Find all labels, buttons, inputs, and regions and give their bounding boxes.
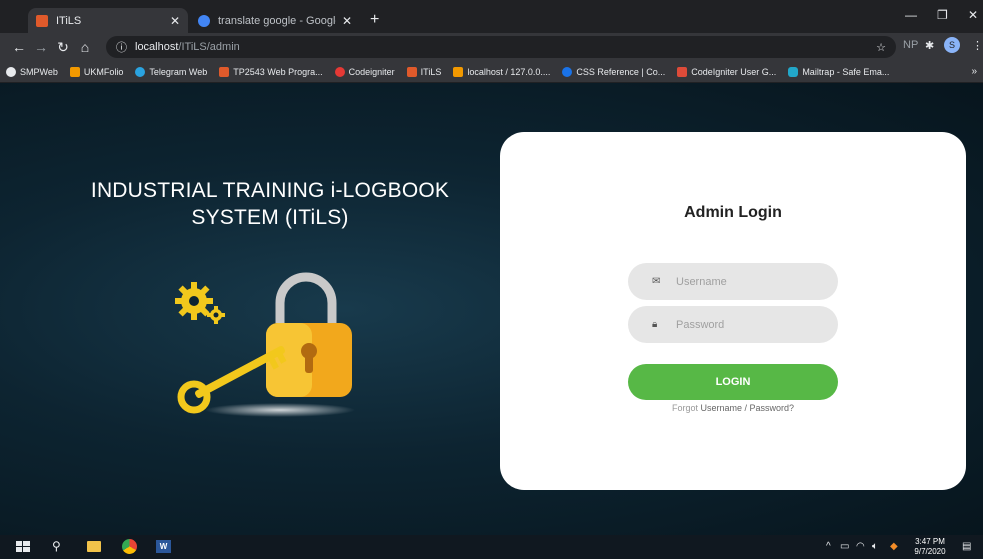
login-card: Admin Login ✉ 🔒︎ LOGIN Forgot Username /… bbox=[500, 132, 966, 490]
close-tab-icon[interactable]: ✕ bbox=[170, 14, 180, 28]
browser-toolbar: ← → ↻ ⌂ ⓘ localhost /ITiLS/admin ☆ NP ✱ … bbox=[0, 33, 983, 61]
profile-avatar[interactable]: S bbox=[944, 37, 960, 53]
windows-taskbar: ⚲ W ^ ▭ ◠ 🔈︎ ◆ 3:47 PM 9/7/2020 ▤ bbox=[0, 535, 983, 559]
bookmark-icon bbox=[677, 66, 688, 77]
password-field[interactable]: 🔒︎ bbox=[628, 306, 838, 343]
bookmark-icon bbox=[69, 66, 80, 77]
address-bar[interactable]: ⓘ localhost /ITiLS/admin ☆ bbox=[106, 36, 896, 58]
bookmark-label: localhost / 127.0.0.... bbox=[467, 66, 551, 77]
forward-icon[interactable]: → bbox=[30, 39, 52, 55]
clock-time: 3:47 PM bbox=[915, 537, 945, 546]
bookmark-item[interactable]: Codeigniter bbox=[334, 66, 395, 77]
tab-title: ITiLS bbox=[56, 14, 82, 27]
browser-tab-strip: ITiLS ✕ translate google - Google Search… bbox=[0, 0, 983, 33]
forgot-credentials: Forgot Username / Password? bbox=[500, 403, 966, 413]
bookmark-icon bbox=[788, 66, 799, 77]
app-tray-icon[interactable]: ◆ bbox=[890, 541, 898, 552]
bookmark-label: CodeIgniter User G... bbox=[691, 66, 777, 77]
password-input[interactable] bbox=[676, 318, 826, 331]
bookmark-item[interactable]: SMPWeb bbox=[6, 66, 58, 77]
forgot-link[interactable]: Username / Password? bbox=[700, 403, 794, 413]
new-tab-icon[interactable]: + bbox=[370, 11, 379, 29]
url-path: /ITiLS/admin bbox=[178, 41, 240, 53]
tab-itils[interactable]: ITiLS ✕ bbox=[28, 8, 188, 33]
bookmark-item[interactable]: localhost / 127.0.0.... bbox=[453, 66, 551, 77]
taskbar-clock[interactable]: 3:47 PM 9/7/2020 bbox=[910, 537, 950, 557]
volume-icon[interactable]: 🔈︎ bbox=[872, 541, 878, 552]
close-tab-icon[interactable]: ✕ bbox=[342, 14, 352, 28]
bookmark-icon bbox=[6, 66, 16, 77]
username-input[interactable] bbox=[676, 275, 826, 288]
bookmark-icon bbox=[135, 66, 146, 77]
bookmark-item[interactable]: Mailtrap - Safe Ema... bbox=[788, 66, 890, 77]
system-title: INDUSTRIAL TRAINING i-LOGBOOK SYSTEM (IT… bbox=[40, 177, 500, 231]
restore-icon[interactable]: ❐ bbox=[937, 8, 948, 22]
bookmark-label: UKMFolio bbox=[83, 66, 124, 77]
forgot-prefix: Forgot bbox=[671, 403, 701, 413]
bookmark-label: SMPWeb bbox=[20, 66, 58, 77]
bookmark-icon bbox=[453, 66, 464, 77]
back-icon[interactable]: ← bbox=[8, 39, 30, 55]
login-button[interactable]: LOGIN bbox=[628, 364, 838, 400]
close-window-icon[interactable]: ✕ bbox=[968, 8, 978, 22]
bookmark-item[interactable]: CodeIgniter User G... bbox=[677, 66, 777, 77]
bookmarks-bar: SMPWeb UKMFolio Telegram Web TP2543 Web … bbox=[0, 61, 983, 83]
bookmark-item[interactable]: TP2543 Web Progra... bbox=[219, 66, 323, 77]
bookmark-icon bbox=[406, 66, 417, 77]
np-extension-icon[interactable]: NP bbox=[903, 39, 918, 51]
login-title: Admin Login bbox=[684, 204, 782, 221]
bookmark-star-icon[interactable]: ☆ bbox=[876, 41, 886, 54]
extensions-puzzle-icon[interactable]: ✱ bbox=[925, 39, 934, 52]
home-icon[interactable]: ⌂ bbox=[74, 39, 96, 55]
tab-title: translate google - Google Search bbox=[218, 14, 336, 27]
windows-start-icon[interactable] bbox=[16, 539, 30, 555]
bookmark-label: CSS Reference | Co... bbox=[576, 66, 666, 77]
search-icon[interactable]: ⚲ bbox=[52, 539, 61, 555]
reload-icon[interactable]: ↻ bbox=[52, 39, 74, 56]
notifications-icon[interactable]: ▤ bbox=[962, 541, 971, 552]
url-host: localhost bbox=[135, 41, 179, 53]
bookmark-item[interactable]: CSS Reference | Co... bbox=[562, 66, 666, 77]
clock-date: 9/7/2020 bbox=[914, 547, 946, 556]
bookmark-icon bbox=[334, 66, 345, 77]
bookmark-label: TP2543 Web Progra... bbox=[233, 66, 323, 77]
bookmark-icon bbox=[562, 66, 573, 77]
wifi-icon[interactable]: ◠ bbox=[856, 541, 865, 552]
site-info-icon[interactable]: ⓘ bbox=[116, 39, 127, 55]
bookmark-label: Telegram Web bbox=[149, 66, 208, 77]
bookmark-label: Codeigniter bbox=[348, 66, 395, 77]
system-title-line2: SYSTEM (ITiLS) bbox=[191, 206, 349, 229]
bookmark-label: Mailtrap - Safe Ema... bbox=[802, 66, 890, 77]
bookmark-item[interactable]: ITiLS bbox=[406, 66, 442, 77]
chrome-icon[interactable] bbox=[122, 539, 137, 554]
network-icon[interactable]: ▭ bbox=[840, 541, 849, 552]
menu-kebab-icon[interactable]: ⋮ bbox=[972, 39, 983, 52]
screen: ITiLS ✕ translate google - Google Search… bbox=[0, 0, 983, 559]
minimize-icon[interactable]: — bbox=[905, 8, 917, 22]
padlock-key-illustration-icon bbox=[175, 272, 355, 417]
more-bookmarks-icon[interactable]: » bbox=[971, 66, 977, 77]
bookmark-icon bbox=[219, 66, 230, 77]
bookmark-item[interactable]: Telegram Web bbox=[135, 66, 208, 77]
system-title-line1: INDUSTRIAL TRAINING i-LOGBOOK bbox=[90, 179, 450, 202]
tab-google-search[interactable]: translate google - Google Search ✕ bbox=[190, 8, 360, 33]
tray-chevron-icon[interactable]: ^ bbox=[826, 541, 831, 552]
google-favicon-icon bbox=[198, 14, 210, 27]
username-field[interactable]: ✉ bbox=[628, 263, 838, 300]
envelope-icon: ✉ bbox=[652, 276, 661, 287]
bookmark-item[interactable]: UKMFolio bbox=[69, 66, 124, 77]
file-explorer-icon[interactable] bbox=[87, 541, 101, 552]
itils-favicon-icon bbox=[36, 14, 48, 27]
bookmark-label: ITiLS bbox=[420, 66, 442, 77]
word-icon[interactable]: W bbox=[156, 540, 171, 553]
login-page: INDUSTRIAL TRAINING i-LOGBOOK SYSTEM (IT… bbox=[0, 83, 983, 535]
lock-icon: 🔒︎ bbox=[652, 319, 658, 330]
